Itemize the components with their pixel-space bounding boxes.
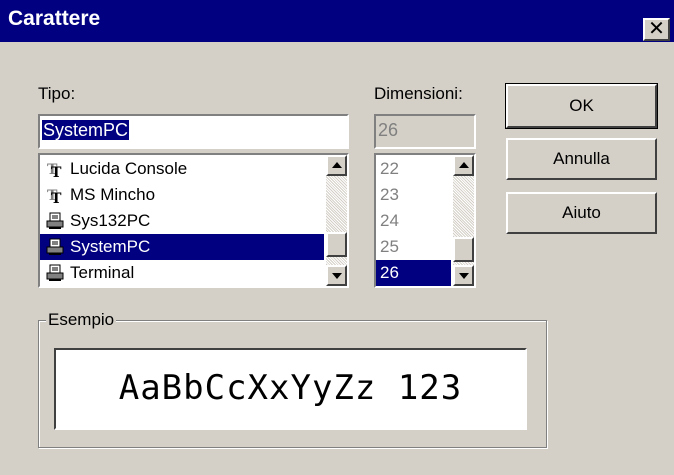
- printer-font-icon: [46, 264, 64, 282]
- font-list-item[interactable]: Terminal: [40, 260, 324, 286]
- ok-button[interactable]: OK: [505, 83, 658, 129]
- size-input: 26: [374, 114, 476, 149]
- arrow-down-icon: [459, 273, 469, 279]
- cancel-button-label: Annulla: [553, 149, 610, 168]
- help-button[interactable]: Aiuto: [506, 192, 657, 234]
- cancel-button[interactable]: Annulla: [506, 138, 657, 180]
- size-scroll-up-button[interactable]: [453, 155, 474, 176]
- font-list-item[interactable]: Sys132PC: [40, 208, 324, 234]
- font-list-item-label: Terminal: [70, 263, 135, 282]
- size-scroll-down-button[interactable]: [453, 265, 474, 286]
- font-list-item[interactable]: T T Lucida Console: [40, 156, 324, 182]
- size-list-item-label: 26: [380, 263, 399, 282]
- size-list-item[interactable]: 22: [376, 156, 451, 182]
- size-list-scrollbar[interactable]: [453, 155, 474, 286]
- font-scroll-down-button[interactable]: [326, 265, 347, 286]
- font-list-item-label: Lucida Console: [70, 159, 188, 178]
- size-list[interactable]: 22 23 24 25 26: [374, 153, 476, 288]
- svg-text:T: T: [51, 191, 62, 204]
- size-label: Dimensioni:: [374, 84, 463, 103]
- title-bar[interactable]: Carattere ✕: [0, 0, 674, 42]
- font-name-value: SystemPC: [42, 120, 130, 140]
- size-list-item[interactable]: 26: [376, 260, 451, 286]
- arrow-down-icon: [332, 273, 342, 279]
- close-button[interactable]: ✕: [643, 18, 670, 41]
- font-list-item-label: MS Mincho: [70, 185, 156, 204]
- truetype-font-icon: TT: [46, 186, 64, 207]
- size-list-item-label: 22: [380, 159, 399, 178]
- printer-font-icon: [46, 238, 64, 256]
- font-scroll-up-button[interactable]: [326, 155, 347, 176]
- font-name-input[interactable]: SystemPC: [38, 114, 349, 149]
- font-scroll-thumb[interactable]: [326, 232, 347, 257]
- size-list-item[interactable]: 23: [376, 182, 451, 208]
- size-list-item[interactable]: 25: [376, 234, 451, 260]
- font-label: Tipo:: [38, 84, 76, 103]
- sample-text: AaBbCcXxYyZz 123: [118, 368, 463, 408]
- size-list-item-label: 23: [380, 185, 399, 204]
- size-value: 26: [378, 120, 399, 140]
- font-list-item-label: Sys132PC: [70, 211, 151, 230]
- font-list-item[interactable]: SystemPC: [40, 234, 324, 260]
- font-dialog: Carattere ✕ Tipo: SystemPC T T Lucida Cons…: [0, 0, 674, 475]
- font-list[interactable]: T T Lucida Console T T MS Mincho Sys132PC Syste…: [38, 153, 349, 288]
- svg-text:T: T: [51, 165, 62, 178]
- help-button-label: Aiuto: [562, 203, 601, 222]
- arrow-up-icon: [332, 162, 342, 168]
- size-list-item[interactable]: 24: [376, 208, 451, 234]
- font-list-item-label: SystemPC: [70, 237, 151, 256]
- window-title: Carattere: [8, 7, 101, 30]
- font-list-scrollbar[interactable]: [326, 155, 347, 286]
- size-scroll-thumb[interactable]: [453, 237, 474, 262]
- truetype-font-icon: TT: [46, 160, 64, 181]
- sample-label: Esempio: [46, 310, 117, 330]
- size-list-item-label: 24: [380, 211, 399, 230]
- arrow-up-icon: [459, 162, 469, 168]
- sample-preview: AaBbCcXxYyZz 123: [54, 348, 527, 430]
- size-list-item-label: 25: [380, 237, 399, 256]
- printer-font-icon: [46, 212, 64, 230]
- font-list-item[interactable]: T T MS Mincho: [40, 182, 324, 208]
- ok-button-label: OK: [569, 96, 594, 115]
